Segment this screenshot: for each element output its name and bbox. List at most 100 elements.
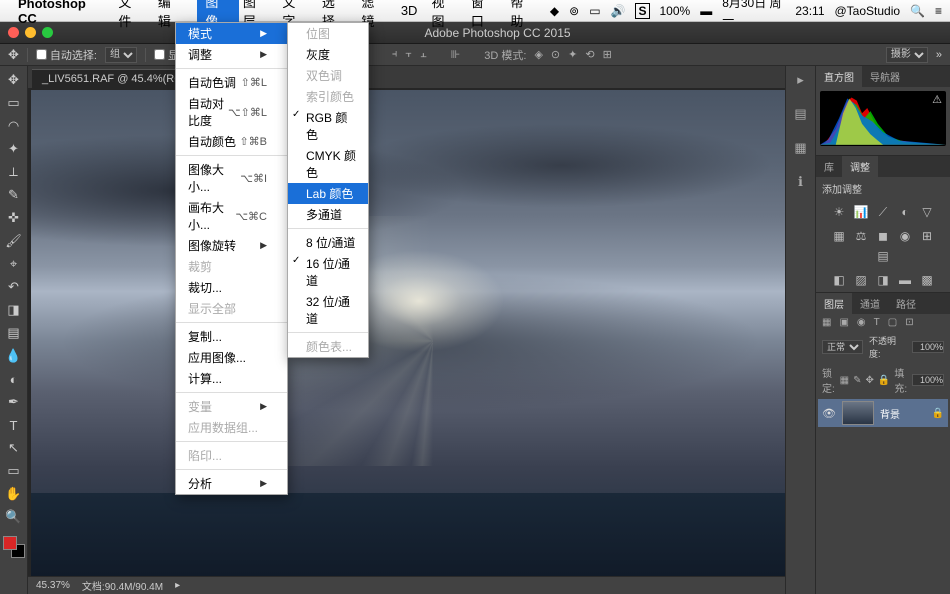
time-label[interactable]: 23:11 [795,4,824,18]
tab-navigator[interactable]: 导航器 [862,66,908,87]
cloud-icon[interactable]: ⊚ [569,4,579,18]
invert-icon[interactable]: ◧ [830,272,848,288]
menu-item[interactable]: 调整▶ [176,44,287,65]
menu-extra-icon[interactable]: ≡ [935,4,942,18]
heal-tool[interactable]: ✜ [3,208,25,228]
submenu-item[interactable]: 8 位/通道 [288,232,368,253]
layer-name[interactable]: 背景 [880,406,900,421]
align-icon[interactable]: ⫠ [420,48,427,61]
menu-item[interactable]: 图像大小...⌥⌘I [176,159,287,197]
close-button[interactable] [8,27,19,38]
posterize-icon[interactable]: ▨ [852,272,870,288]
zoom-value[interactable]: 45.37% [36,580,70,591]
actions-panel-icon[interactable]: ▦ [791,140,811,156]
battery-label[interactable]: 100% [660,4,691,18]
submenu-item[interactable]: Lab 颜色 [288,183,368,204]
type-tool[interactable]: T [3,415,25,435]
warning-icon[interactable]: ⚠ [932,93,942,106]
3d-icon[interactable]: ◈ [534,48,542,61]
menu-item[interactable]: 分析▶ [176,473,287,494]
filter-icon[interactable]: ◉ [857,317,866,328]
blend-mode-select[interactable]: 正常 [822,340,863,354]
visibility-icon[interactable]: 👁 [822,407,836,420]
user-label[interactable]: @TaoStudio [835,4,901,18]
layer-row[interactable]: 👁 背景 🔒 [818,399,948,427]
photofilter-icon[interactable]: ◉ [896,228,914,244]
menu-item[interactable]: 自动颜色⇧⌘B [176,131,287,152]
3d-icon[interactable]: ⊙ [551,48,560,61]
lock-icon[interactable]: ✥ [866,375,874,386]
threshold-icon[interactable]: ◨ [874,272,892,288]
eyedropper-tool[interactable]: ✎ [3,185,25,205]
menu-item[interactable]: 模式▶ [176,23,287,44]
submenu-item[interactable]: 多通道 [288,204,368,225]
doc-info[interactable]: 文档:90.4M/90.4M [82,578,163,593]
tab-paths[interactable]: 路径 [888,293,924,314]
auto-select-mode[interactable]: 组 [105,47,137,63]
canvas[interactable] [28,88,785,576]
zoom-tool[interactable]: 🔍 [3,507,25,527]
brush-tool[interactable]: 🖌 [3,231,25,251]
spotlight-icon[interactable]: 🔍 [910,4,925,18]
opacity-input[interactable] [912,341,944,353]
submenu-item[interactable]: ✓RGB 颜色 [288,107,368,145]
3d-icon[interactable]: ⟲ [585,48,594,61]
dodge-tool[interactable]: ◐ [3,369,25,389]
workspace-select[interactable]: 摄影 [886,47,928,63]
lock-icon[interactable]: 🔒 [878,375,890,386]
menu-item[interactable]: 计算... [176,368,287,389]
tab-layers[interactable]: 图层 [816,293,852,314]
colorbalance-icon[interactable]: ⚖ [852,228,870,244]
levels-icon[interactable]: 📊 [852,204,870,220]
menu-item[interactable]: 裁切... [176,277,287,298]
move-tool-icon[interactable]: ✥ [8,47,19,63]
pen-tool[interactable]: ✒ [3,392,25,412]
submenu-item[interactable]: CMYK 颜色 [288,145,368,183]
exposure-icon[interactable]: ◐ [896,204,914,220]
tab-library[interactable]: 库 [816,156,842,177]
align-icon[interactable]: ⫟ [405,48,412,61]
submenu-item[interactable]: 32 位/通道 [288,291,368,329]
menu-item[interactable]: 应用图像... [176,347,287,368]
menu-item[interactable]: 复制... [176,326,287,347]
s-icon[interactable]: S [635,3,649,19]
filter-icon[interactable]: T [874,317,880,328]
eraser-tool[interactable]: ◨ [3,300,25,320]
menu-item[interactable]: 画布大小...⌥⌘C [176,197,287,235]
3d-icon[interactable]: ⊞ [603,48,612,61]
dist-icon[interactable]: ⊪ [451,48,461,61]
selective-icon[interactable]: ▩ [918,272,936,288]
menu-item[interactable]: 自动色调⇧⌘L [176,72,287,93]
tab-adjustments[interactable]: 调整 [842,156,878,177]
submenu-item[interactable]: 灰度 [288,44,368,65]
minimize-button[interactable] [25,27,36,38]
app-name[interactable]: Photoshop CC [18,0,106,26]
history-panel-icon[interactable]: ▤ [791,106,811,122]
hue-icon[interactable]: ▦ [830,228,848,244]
shape-tool[interactable]: ▭ [3,461,25,481]
path-tool[interactable]: ↖ [3,438,25,458]
expand-icon[interactable]: ▸ [791,72,811,88]
status-icon[interactable]: ◆ [550,4,559,18]
hand-tool[interactable]: ✋ [3,484,25,504]
gradientmap-icon[interactable]: ▬ [896,272,914,288]
colorlookup-icon[interactable]: ▤ [874,248,892,264]
menu-item[interactable]: 图像旋转▶ [176,235,287,256]
lasso-tool[interactable]: ◠ [3,116,25,136]
lock-icon[interactable]: ✎ [853,375,861,386]
crop-tool[interactable]: ⟂ [3,162,25,182]
filter-icon[interactable]: ▢ [888,317,897,328]
menu-item[interactable]: 自动对比度⌥⇧⌘L [176,93,287,131]
layer-thumbnail[interactable] [842,401,874,425]
history-brush-tool[interactable]: ↶ [3,277,25,297]
curves-icon[interactable]: ⟋ [874,204,892,220]
bw-icon[interactable]: ◼ [874,228,892,244]
screen-icon[interactable]: ▭ [589,4,600,18]
vibrance-icon[interactable]: ▽ [918,204,936,220]
marquee-tool[interactable]: ▭ [3,93,25,113]
align-icon[interactable]: ⫞ [392,48,398,61]
wand-tool[interactable]: ✦ [3,139,25,159]
channelmixer-icon[interactable]: ⊞ [918,228,936,244]
gradient-tool[interactable]: ▤ [3,323,25,343]
search-icon[interactable]: » [936,49,942,61]
